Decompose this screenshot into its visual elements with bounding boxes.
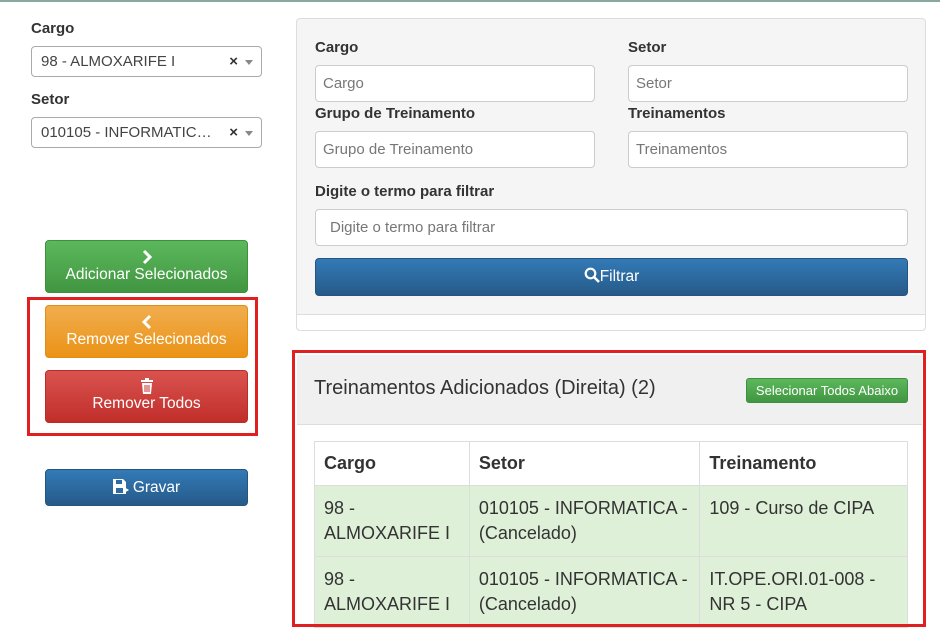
filter-cargo-label: Cargo — [315, 39, 359, 56]
save-button[interactable]: Gravar — [45, 469, 248, 506]
clear-icon[interactable]: × — [229, 47, 238, 76]
filter-setor-input[interactable]: Setor — [628, 65, 908, 102]
filter-button[interactable]: Filtrar — [315, 258, 908, 296]
panel-footer — [297, 314, 925, 330]
add-selected-label: Adicionar Selecionados — [65, 266, 228, 283]
chevron-right-icon — [46, 249, 247, 266]
filter-button-label: Filtrar — [599, 268, 640, 285]
cargo-label: Cargo — [31, 20, 75, 37]
highlight-box-left — [27, 297, 258, 436]
setor-label: Setor — [31, 91, 70, 108]
cargo-select[interactable]: 98 - ALMOXARIFE I × — [31, 46, 262, 77]
highlight-box-right — [292, 350, 926, 627]
filter-panel: Cargo Cargo Setor Setor Grupo de Treinam… — [296, 18, 926, 331]
save-icon — [112, 479, 129, 499]
filter-term-input[interactable]: Digite o termo para filtrar — [315, 209, 908, 246]
chevron-down-icon[interactable] — [245, 60, 253, 65]
clear-icon[interactable]: × — [229, 118, 238, 147]
filter-cargo-input[interactable]: Cargo — [315, 65, 595, 102]
filter-treinamentos-input[interactable]: Treinamentos — [628, 131, 908, 168]
top-border — [0, 0, 940, 2]
search-icon — [584, 261, 600, 297]
filter-grupo-label: Grupo de Treinamento — [315, 105, 476, 122]
filter-grupo-input[interactable]: Grupo de Treinamento — [315, 131, 595, 168]
chevron-down-icon[interactable] — [245, 131, 253, 136]
filter-term-label: Digite o termo para filtrar — [315, 183, 495, 200]
setor-select[interactable]: 010105 - INFORMATICA - (Cancelado) × — [31, 117, 262, 148]
filter-treinamentos-label: Treinamentos — [628, 105, 726, 122]
cargo-select-value: 98 - ALMOXARIFE I — [41, 53, 176, 70]
filter-setor-label: Setor — [628, 39, 667, 56]
save-label: Gravar — [132, 479, 181, 496]
add-selected-button[interactable]: Adicionar Selecionados — [45, 240, 248, 293]
